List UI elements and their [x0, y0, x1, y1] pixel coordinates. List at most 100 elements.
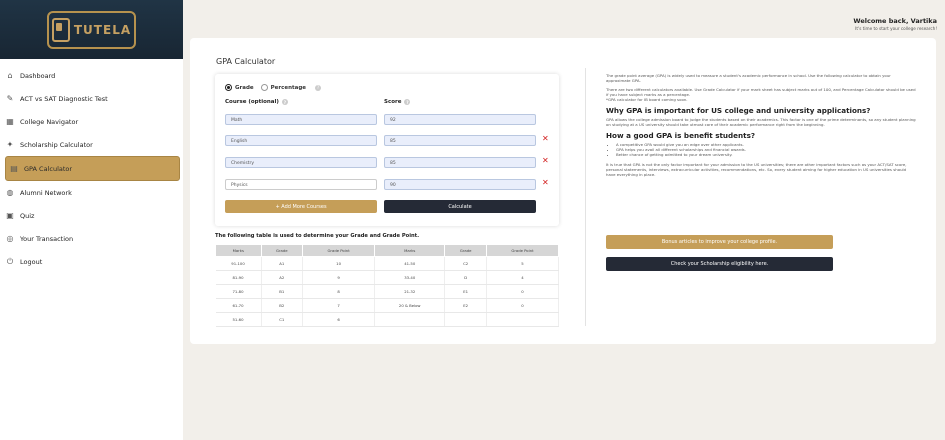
sidebar-item-gpa-calculator[interactable]: ▤ GPA Calculator	[5, 156, 180, 181]
table-cell: B2	[261, 298, 304, 313]
calculator-icon: ▤	[10, 164, 18, 173]
table-cell: 7	[302, 298, 376, 313]
scholarship-eligibility-button[interactable]: Check your Scholarship eligibility here.	[606, 257, 833, 271]
table-cell: C2	[444, 256, 487, 271]
table-cell: 91-100	[215, 256, 262, 271]
table-header-row: Marks Grade Grade Point Marks Grade Grad…	[215, 244, 560, 257]
table-cell: D	[444, 270, 487, 285]
sidebar-item-scholarship[interactable]: ✦ Scholarship Calculator	[0, 133, 183, 156]
remove-course-icon[interactable]: ✕	[542, 178, 549, 187]
sidebar-item-label: GPA Calculator	[24, 164, 73, 173]
table-cell: E1	[444, 284, 487, 299]
logout-icon: ⏻	[6, 256, 14, 266]
table-cell: 8	[302, 284, 376, 299]
table-cell: 0	[486, 298, 560, 313]
add-courses-button[interactable]: + Add More Courses	[225, 200, 377, 213]
sidebar-item-dashboard[interactable]: ⌂ Dashboard	[0, 64, 183, 87]
table-header: Marks	[374, 244, 446, 257]
table-header: Marks	[215, 244, 262, 257]
table-row: 61-70 B2 7 20 & Below E2 0	[215, 298, 560, 313]
logo[interactable]: TUTELA	[47, 10, 136, 49]
score-input[interactable]: 90	[384, 179, 536, 190]
sidebar-item-label: Logout	[20, 257, 43, 266]
sidebar-item-act-sat[interactable]: ✎ ACT vs SAT Diagnostic Test	[0, 87, 183, 110]
welcome-block: Welcome back, Vartika It's time to start…	[853, 17, 937, 31]
score-label-text: Score	[384, 99, 402, 105]
ib-note: *GPA calculator for IB board coming soon…	[606, 97, 688, 102]
table-cell: A2	[261, 270, 304, 285]
table-cell: 5	[486, 256, 560, 271]
sidebar-item-label: Scholarship Calculator	[20, 140, 93, 149]
why-gpa-paragraph: GPA allows the college admission board t…	[606, 117, 916, 127]
table-cell: 20 & Below	[374, 298, 446, 313]
building-icon: ▦	[6, 117, 14, 126]
course-label-text: Course (optional)	[225, 99, 279, 105]
sidebar-item-label: College Navigator	[20, 117, 79, 126]
course-input[interactable]: Math	[225, 114, 377, 125]
intro-paragraph: The grade point average (GPA) is widely …	[606, 73, 891, 83]
sidebar-item-label: Alumni Network	[20, 188, 72, 197]
table-row: 51-60 C1 6	[215, 312, 560, 327]
table-cell: 9	[302, 270, 376, 285]
table-cell: 6	[302, 312, 376, 327]
transaction-icon: ◎	[6, 234, 14, 243]
table-caption: The following table is used to determine…	[215, 233, 420, 239]
benefits-list: A competitive GPA would give you an edge…	[606, 142, 916, 158]
remove-course-icon[interactable]: ✕	[542, 134, 549, 143]
page-title: GPA Calculator	[216, 57, 276, 66]
sidebar-item-alumni[interactable]: ◍ Alumni Network	[0, 181, 183, 204]
sidebar-item-quiz[interactable]: ▣ Quiz	[0, 204, 183, 227]
heading-benefits: How a good GPA is benefit students?	[606, 131, 756, 140]
sidebar-item-logout[interactable]: ⏻ Logout	[0, 250, 183, 273]
course-input[interactable]: English	[225, 135, 377, 146]
home-icon: ⌂	[7, 71, 13, 80]
table-cell: 4	[486, 270, 560, 285]
table-row: 91-100 A1 10 41-50 C2 5	[215, 256, 560, 271]
table-cell: 61-70	[215, 298, 262, 313]
course-input[interactable]: Physics	[225, 179, 377, 190]
help-icon[interactable]: ?	[404, 99, 411, 105]
table-header: Grade Point	[485, 244, 560, 257]
table-cell	[486, 312, 560, 327]
vertical-divider	[585, 68, 586, 326]
gpa-form: Grade Percentage ? Course (optional)? Sc…	[215, 74, 559, 226]
remove-course-icon[interactable]: ✕	[542, 156, 549, 165]
table-cell: 21-32	[374, 284, 446, 299]
sidebar-nav: ⌂ Dashboard ✎ ACT vs SAT Diagnostic Test ▦…	[0, 64, 183, 273]
test-icon: ✎	[6, 94, 14, 103]
calculate-button[interactable]: Calculate	[384, 200, 536, 213]
info-panel: The grade point average (GPA) is widely …	[606, 73, 916, 181]
sidebar-item-label: Your Transaction	[20, 234, 74, 243]
sidebar-item-transaction[interactable]: ◎ Your Transaction	[0, 227, 183, 250]
table-cell	[374, 312, 446, 327]
radio-grade-label[interactable]: Grade	[235, 85, 254, 91]
table-row: 71-80 B1 8 21-32 E1 0	[215, 284, 560, 299]
calculator-types-paragraph: There are two different calculators avai…	[606, 87, 916, 97]
radio-percentage-label[interactable]: Percentage	[271, 85, 306, 91]
welcome-subtitle: It's time to start your college research…	[855, 26, 937, 31]
graduation-icon: ✦	[6, 140, 14, 149]
score-label: Score?	[384, 99, 411, 105]
help-icon[interactable]: ?	[315, 84, 321, 91]
grade-table: Marks Grade Grade Point Marks Grade Grad…	[215, 244, 560, 327]
sidebar: TUTELA ⌂ Dashboard ✎ ACT vs SAT Diagnostic…	[0, 0, 183, 440]
table-cell: 41-50	[374, 256, 446, 271]
radio-grade[interactable]	[225, 84, 232, 91]
sidebar-item-college-navigator[interactable]: ▦ College Navigator	[0, 110, 183, 133]
score-input[interactable]: 85	[384, 135, 536, 146]
welcome-title: Welcome back, Vartika	[853, 17, 937, 25]
table-cell: C1	[261, 312, 304, 327]
sidebar-item-label: Dashboard	[20, 71, 56, 80]
topbar: Welcome back, Vartika It's time to start…	[183, 0, 945, 31]
help-icon[interactable]: ?	[281, 99, 288, 105]
course-input[interactable]: Chemistry	[225, 157, 377, 168]
bonus-articles-button[interactable]: Bonus articles to improve your college p…	[606, 235, 833, 249]
score-input[interactable]: 92	[384, 114, 536, 125]
list-item: Better chance of getting admitted to you…	[616, 152, 916, 157]
score-input[interactable]: 85	[384, 157, 536, 168]
sidebar-item-label: Quiz	[20, 211, 35, 220]
table-header: Grade Point	[302, 244, 376, 257]
radio-percentage[interactable]	[260, 84, 268, 91]
course-label: Course (optional)?	[225, 99, 288, 105]
globe-icon: ◍	[6, 188, 14, 197]
